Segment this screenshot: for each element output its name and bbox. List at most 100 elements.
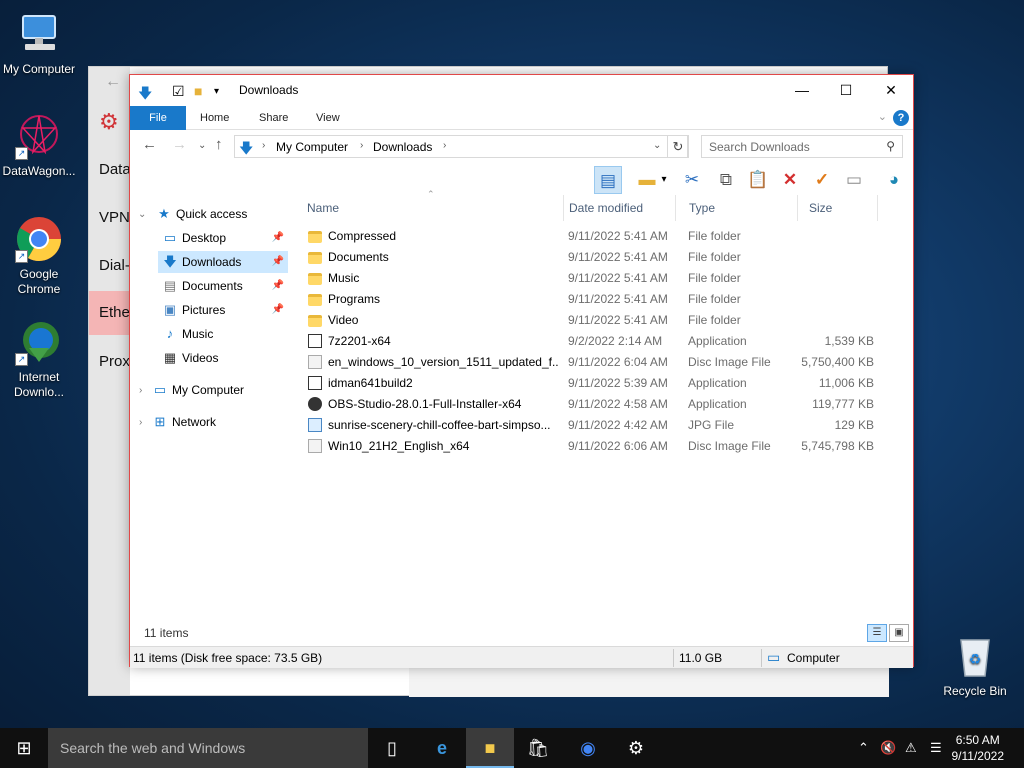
nav-network[interactable]: ⊞ Network: [152, 411, 288, 433]
nav-music[interactable]: ♪ Music: [158, 323, 288, 345]
file-row[interactable]: Programs 9/11/2022 5:41 AM File folder: [306, 289, 886, 310]
help-icon[interactable]: ?: [893, 110, 909, 126]
nav-desktop[interactable]: ▭ Desktop 📌: [158, 227, 288, 249]
settings-nav-item[interactable]: Dial-: [99, 257, 130, 274]
chevron-right-icon[interactable]: ›: [443, 140, 446, 151]
folder-icon: [308, 315, 322, 327]
maximize-button[interactable]: ☐: [823, 75, 869, 106]
recent-locations-icon[interactable]: ⌄: [198, 140, 206, 151]
back-arrow-icon[interactable]: ←: [105, 73, 121, 91]
delete-icon[interactable]: ✕: [776, 166, 804, 194]
nav-videos[interactable]: ▦ Videos: [158, 347, 288, 369]
chevron-right-icon[interactable]: ›: [360, 140, 363, 151]
desktop-icon-internet-download-manager[interactable]: ↗ Internet Downlo...: [0, 318, 78, 400]
rename-check-icon[interactable]: ✓: [808, 166, 836, 194]
desktop-icon-recycle-bin[interactable]: ♻ Recycle Bin: [936, 632, 1014, 699]
column-header-name[interactable]: Name: [296, 195, 564, 221]
column-header-size[interactable]: Size: [798, 195, 878, 221]
desktop-icon-datawagon[interactable]: ↗ DataWagon...: [0, 112, 78, 179]
close-button[interactable]: ✕: [868, 75, 914, 106]
breadcrumb-downloads[interactable]: Downloads: [373, 140, 432, 154]
windows-start-icon[interactable]: ⊞: [0, 728, 48, 768]
address-dropdown-icon[interactable]: ⌄: [653, 140, 661, 151]
column-header-date-modified[interactable]: Date modified: [558, 195, 676, 221]
folder-icon: [308, 294, 322, 306]
nav-pictures[interactable]: ▣ Pictures 📌: [158, 299, 288, 321]
file-row[interactable]: Documents 9/11/2022 5:41 AM File folder: [306, 247, 886, 268]
pin-icon[interactable]: 📌: [272, 227, 284, 249]
settings-nav-item[interactable]: VPN: [99, 209, 130, 226]
refresh-button[interactable]: ↻: [667, 135, 689, 158]
copy-icon[interactable]: ⧉: [712, 166, 740, 194]
clock[interactable]: 6:50 AM 9/11/2022: [952, 732, 1005, 764]
task-view-icon[interactable]: ▯: [368, 728, 416, 768]
column-header-type[interactable]: Type: [678, 195, 798, 221]
chevron-right-icon[interactable]: ›: [139, 385, 142, 396]
nav-label: Documents: [182, 279, 243, 293]
navigation-pane-icon[interactable]: ▤: [594, 166, 622, 194]
breadcrumb-my-computer[interactable]: My Computer: [276, 140, 348, 154]
tab-home[interactable]: Home: [200, 106, 229, 130]
download-arrow-icon: 🡇: [163, 254, 177, 269]
file-row[interactable]: Compressed 9/11/2022 5:41 AM File folder: [306, 226, 886, 247]
settings-nav-item[interactable]: Data: [99, 161, 131, 178]
settings-nav-item-selected[interactable]: Ethe: [89, 291, 130, 335]
large-icons-view-icon[interactable]: ▣: [889, 624, 909, 642]
minimize-button[interactable]: —: [779, 75, 825, 106]
pin-icon[interactable]: 📌: [272, 251, 284, 273]
tab-file[interactable]: File: [130, 106, 186, 130]
file-row[interactable]: idman641build2 9/11/2022 5:39 AM Applicati…: [306, 373, 886, 394]
file-row[interactable]: 7z2201-x64 9/2/2022 2:14 AM Application 1,5…: [306, 331, 886, 352]
tab-view[interactable]: View: [316, 106, 340, 130]
details-view-icon[interactable]: ☰: [867, 624, 887, 642]
customize-qat-icon[interactable]: ▾: [214, 86, 219, 97]
chevron-down-icon[interactable]: ⌄: [138, 209, 146, 220]
desktop-icon-google-chrome[interactable]: ↗ Google Chrome: [0, 215, 78, 297]
up-button[interactable]: ↑: [215, 136, 223, 153]
properties-icon[interactable]: ☑: [172, 83, 185, 100]
file-row[interactable]: en_windows_10_version_1511_updated_f... 9…: [306, 352, 886, 373]
nav-quick-access[interactable]: ★ Quick access: [156, 203, 292, 225]
file-name: Win10_21H2_English_x64: [328, 439, 470, 453]
new-folder-icon[interactable]: ■: [194, 83, 202, 99]
edge-icon[interactable]: e: [418, 728, 466, 768]
settings-gear-icon[interactable]: ⚙: [612, 728, 660, 768]
forward-button[interactable]: →: [172, 136, 187, 153]
status-disk-space: 11 items (Disk free space: 73.5 GB): [133, 651, 323, 665]
search-input[interactable]: Search Downloads ⚲: [701, 135, 903, 158]
pin-icon[interactable]: 📌: [272, 275, 284, 297]
file-row[interactable]: OBS-Studio-28.0.1-Full-Installer-x64 9/11…: [306, 394, 886, 415]
file-explorer-taskbar-icon[interactable]: ■: [466, 728, 514, 768]
file-row[interactable]: Music 9/11/2022 5:41 AM File folder: [306, 268, 886, 289]
store-icon[interactable]: 🛍: [514, 728, 562, 768]
chevron-right-icon[interactable]: ›: [262, 140, 265, 151]
address-field[interactable]: 🡇 › My Computer › Downloads › ⌄: [234, 135, 688, 158]
cut-icon[interactable]: ✂: [678, 166, 706, 194]
shell-icon[interactable]: ◕: [880, 166, 908, 194]
chrome-taskbar-icon[interactable]: ◉: [564, 728, 612, 768]
nav-documents[interactable]: ▤ Documents 📌: [158, 275, 288, 297]
tab-share[interactable]: Share: [259, 106, 288, 130]
gear-icon: ⚙: [99, 109, 119, 134]
action-center-icon[interactable]: ☰: [930, 728, 942, 768]
pin-icon[interactable]: 📌: [272, 299, 284, 321]
back-button[interactable]: ←: [142, 136, 157, 153]
file-size: 1,539 KB: [824, 334, 874, 348]
file-date-modified: 9/11/2022 4:42 AM: [568, 418, 668, 432]
show-hidden-icons-icon[interactable]: ⌃: [858, 728, 869, 768]
file-row[interactable]: sunrise-scenery-chill-coffee-bart-simpso…: [306, 415, 886, 436]
network-warning-icon[interactable]: ⚠: [905, 728, 917, 768]
chevron-right-icon[interactable]: ›: [139, 417, 142, 428]
file-row[interactable]: Win10_21H2_English_x64 9/11/2022 6:06 AM D…: [306, 436, 886, 457]
file-row[interactable]: Video 9/11/2022 5:41 AM File folder: [306, 310, 886, 331]
expand-ribbon-icon[interactable]: ⌄: [878, 110, 887, 123]
nav-my-computer[interactable]: ▭ My Computer: [152, 379, 288, 401]
properties-window-icon[interactable]: ▭: [840, 166, 868, 194]
dropdown-arrow-icon[interactable]: ▾: [657, 166, 671, 194]
paste-icon[interactable]: 📋: [744, 166, 772, 194]
volume-muted-icon[interactable]: 🔇: [880, 728, 896, 768]
file-date-modified: 9/11/2022 5:41 AM: [568, 292, 668, 306]
nav-downloads[interactable]: 🡇 Downloads 📌: [158, 251, 288, 273]
desktop-icon-my-computer[interactable]: My Computer: [0, 10, 78, 77]
taskbar-search-input[interactable]: Search the web and Windows: [48, 728, 368, 768]
